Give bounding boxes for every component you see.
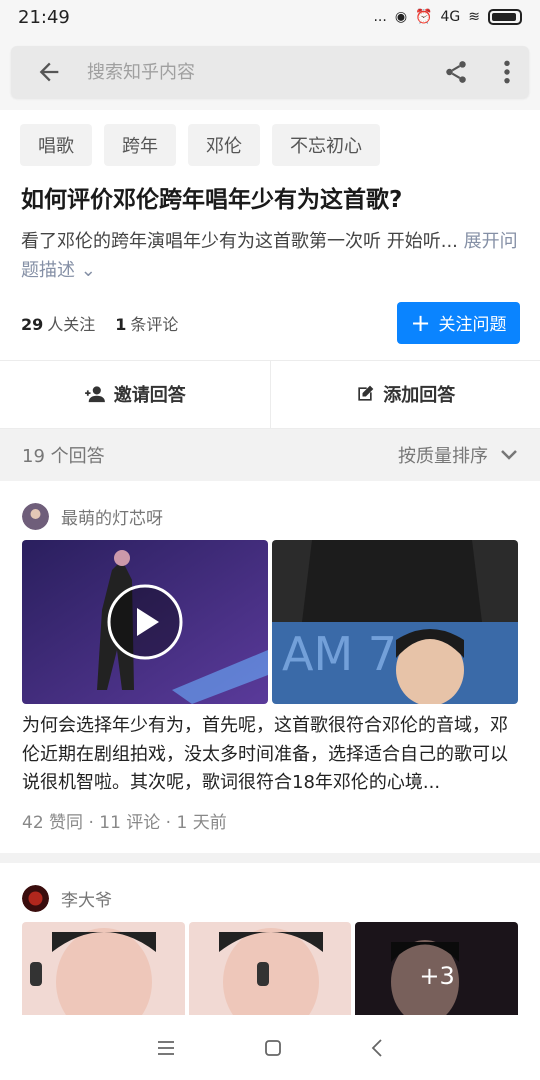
back-icon[interactable] (371, 1038, 383, 1057)
add-person-icon (84, 386, 105, 403)
wifi-icon: ≋ (468, 9, 480, 25)
comments-link[interactable]: 1 条评论 (115, 311, 178, 335)
search-header (0, 34, 540, 110)
battery-icon (488, 9, 522, 25)
edit-icon (358, 385, 374, 401)
question-title[interactable]: 如何评价邓伦跨年唱年少有为这首歌? (0, 166, 540, 216)
answer-video-thumbnail[interactable] (22, 539, 268, 704)
answer-card[interactable]: 最萌的灯芯呀 AM 7 为何会选择年少有为，首先呢，这首歌很符合邓伦的音域，邓伦… (0, 481, 540, 833)
topic-tag[interactable]: 邓伦 (188, 124, 260, 166)
add-answer-button[interactable]: 添加回答 (269, 360, 540, 428)
status-bar: 21:49 ... ◉ ⏰ 4G ≋ (0, 0, 540, 34)
topic-tag[interactable]: 不忘初心 (272, 124, 380, 166)
system-navigation-bar (0, 1015, 540, 1080)
search-input[interactable] (87, 61, 443, 83)
divider (0, 853, 540, 864)
answer-stats: 42 赞同 · 11 评论 · 1 天前 (22, 813, 227, 834)
notification-dots-icon: ... (373, 9, 387, 25)
signal-icon: ◉ (394, 9, 408, 25)
home-icon[interactable] (265, 1039, 281, 1056)
answer-author[interactable]: 李大爷 (22, 885, 518, 913)
chevron-down-icon (501, 449, 517, 460)
description-text: 看了邓伦的跨年演唱年少有为这首歌第一次听 开始听... (21, 231, 458, 253)
topic-tag[interactable]: 唱歌 (20, 124, 92, 166)
answer-image[interactable] (22, 922, 185, 1023)
back-arrow-icon[interactable] (35, 58, 63, 86)
answer-actions: 邀请回答 添加回答 (0, 360, 540, 429)
answer-count: 19 个回答 (22, 445, 105, 467)
more-images-count: +3 (419, 962, 455, 991)
avatar (22, 502, 49, 530)
answer-images: +3 (22, 922, 519, 1023)
question-description[interactable]: 看了邓伦的跨年演唱年少有为这首歌第一次听 开始听... 展开问题描述 ⌄ (0, 216, 540, 286)
question-meta: 29 人关注 1 条评论 + 关注问题 (0, 286, 540, 344)
answer-images: AM 7 (22, 539, 518, 704)
answer-image[interactable] (188, 922, 352, 1023)
share-icon[interactable] (443, 59, 469, 85)
topic-tag[interactable]: 跨年 (104, 124, 176, 166)
answer-author[interactable]: 最萌的灯芯呀 (22, 502, 518, 530)
topic-tags: 唱歌 跨年 邓伦 不忘初心 (0, 110, 540, 166)
search-bar[interactable] (11, 46, 529, 98)
alarm-icon: ⏰ (415, 9, 433, 25)
followers-count: 29 人关注 (21, 314, 96, 334)
status-time: 21:49 (18, 6, 70, 28)
chevron-down-icon: ⌄ (80, 259, 96, 281)
answer-image[interactable]: AM 7 (272, 539, 518, 704)
answers-sort-bar: 19 个回答 按质量排序 (0, 428, 540, 481)
plus-icon: + (410, 308, 431, 337)
answer-excerpt[interactable]: 为何会选择年少有为，首先呢，这首歌很符合邓伦的音域，邓伦近期在剧组拍戏，没太多时… (22, 712, 518, 798)
answer-card[interactable]: 李大爷 +3 (0, 863, 540, 1023)
sort-dropdown[interactable]: 按质量排序 (398, 442, 518, 468)
menu-icon[interactable] (157, 1040, 175, 1055)
answer-image-more[interactable]: +3 (355, 922, 519, 1023)
network-label: 4G (440, 9, 461, 25)
more-options-icon[interactable] (503, 59, 511, 85)
avatar (22, 885, 49, 913)
follow-question-button[interactable]: + 关注问题 (397, 301, 520, 344)
svg-text:AM 7: AM 7 (282, 627, 397, 681)
invite-answer-button[interactable]: 邀请回答 (0, 361, 270, 428)
